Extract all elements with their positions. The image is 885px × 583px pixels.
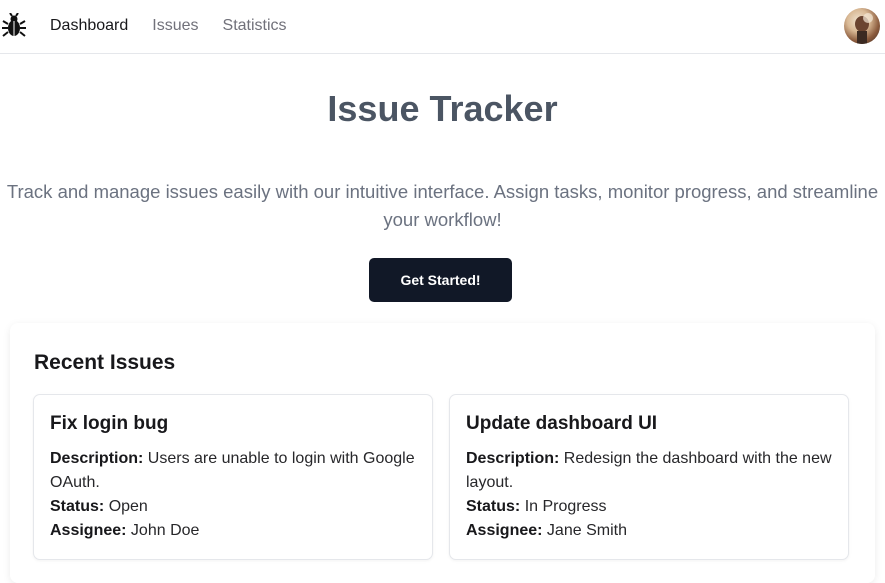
user-avatar[interactable] <box>844 8 880 44</box>
status-value: In Progress <box>524 498 607 515</box>
nav-links: Dashboard Issues Statistics <box>50 0 311 52</box>
description-label: Description: <box>466 450 560 467</box>
bug-icon[interactable] <box>2 13 26 39</box>
hero-description: Track and manage issues easily with our … <box>6 181 879 230</box>
page-title: Issue Tracker <box>327 88 558 129</box>
issue-title: Fix login bug <box>50 413 169 434</box>
assignee-label: Assignee: <box>50 522 127 539</box>
avatar-image-icon <box>855 13 873 44</box>
issue-description: Description: Users are unable to login w… <box>50 447 416 495</box>
nav-link-dashboard[interactable]: Dashboard <box>50 17 128 35</box>
top-navbar: Dashboard Issues Statistics <box>0 0 885 54</box>
recent-issues-panel: Recent Issues Fix login bug Description:… <box>10 323 875 583</box>
get-started-button[interactable]: Get Started! <box>369 258 512 302</box>
assignee-value: John Doe <box>130 522 200 539</box>
description-label: Description: <box>50 450 144 467</box>
issue-description: Description: Redesign the dashboard with… <box>466 447 832 495</box>
issue-assignee: Assignee: Jane Smith <box>466 519 832 543</box>
issue-card[interactable]: Fix login bug Description: Users are una… <box>33 394 433 560</box>
issue-status: Status: In Progress <box>466 495 832 519</box>
nav-link-statistics[interactable]: Statistics <box>223 17 287 35</box>
issue-card[interactable]: Update dashboard UI Description: Redesig… <box>449 394 849 560</box>
status-label: Status: <box>466 498 521 515</box>
issue-assignee: Assignee: John Doe <box>50 519 416 543</box>
recent-issues-heading: Recent Issues <box>34 351 176 374</box>
status-value: Open <box>108 498 148 515</box>
status-label: Status: <box>50 498 105 515</box>
issue-title: Update dashboard UI <box>466 413 658 434</box>
assignee-label: Assignee: <box>466 522 543 539</box>
assignee-value: Jane Smith <box>546 522 627 539</box>
issue-status: Status: Open <box>50 495 416 519</box>
nav-link-issues[interactable]: Issues <box>152 17 198 35</box>
